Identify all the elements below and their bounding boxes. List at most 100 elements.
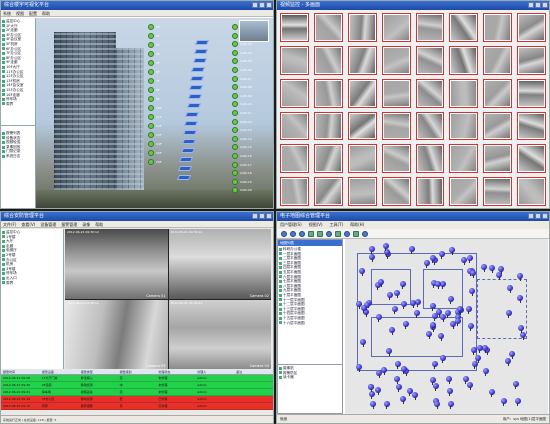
menu-item[interactable]: 帮助(H) [350,221,364,229]
device-status-icon[interactable] [148,141,154,147]
video-thumbnail[interactable] [517,45,546,75]
video-thumbnail[interactable] [415,13,445,42]
device-status-icon[interactable] [148,132,154,138]
video-thumbnail[interactable] [347,111,377,141]
video-thumbnail[interactable] [483,78,513,108]
video-pane[interactable]: 2012-06-21 09:30:12 Camera 02 [168,229,271,299]
floor-map[interactable] [345,239,548,414]
video-thumbnail[interactable] [449,111,479,141]
device-status-icon[interactable] [232,127,238,134]
tree-item[interactable]: 周界 [2,281,62,286]
menu-item[interactable]: 用户管理(S) [280,221,302,229]
video-pane[interactable]: 2012-06-21 09:30:12 Camera 03 [65,299,168,369]
video-thumbnail[interactable] [280,177,309,206]
device-status-icon[interactable] [148,24,154,30]
menu-item[interactable]: 配置 [29,10,37,16]
minimize-button[interactable] [252,213,258,219]
camera-icon[interactable] [187,94,202,99]
camera-icon[interactable] [190,76,205,81]
video-thumbnail[interactable] [449,13,479,42]
video-thumbnail[interactable] [449,144,479,174]
save-icon[interactable] [362,230,368,237]
menu-item[interactable]: 帮助 [95,221,103,227]
device-status-icon[interactable] [232,118,238,125]
camera-marker-icon[interactable] [429,255,436,264]
camera-marker-icon[interactable] [400,365,407,374]
camera-marker-icon[interactable] [376,369,383,378]
menu-item[interactable]: 报警管理 [61,221,77,227]
camera-marker-icon[interactable] [467,382,474,391]
device-status-icon[interactable] [148,96,154,102]
camera-marker-icon[interactable] [512,380,519,389]
device-status-icon[interactable] [232,24,238,30]
camera-marker-icon[interactable] [391,305,398,314]
camera-icon[interactable] [192,58,207,63]
device-status-icon[interactable] [232,170,238,177]
video-thumbnail[interactable] [347,13,377,42]
minimap[interactable] [239,20,269,42]
maximize-button[interactable] [535,2,541,8]
camera-marker-icon[interactable] [434,401,441,410]
camera-marker-icon[interactable] [482,368,489,377]
device-status-icon[interactable] [148,150,154,156]
camera-marker-icon[interactable] [399,280,406,289]
camera-marker-icon[interactable] [368,246,375,255]
camera-marker-icon[interactable] [402,321,409,330]
zoom-in-icon[interactable] [308,230,314,237]
camera-marker-icon[interactable] [500,397,507,406]
camera-marker-icon[interactable] [381,366,388,375]
select-icon[interactable] [335,230,341,237]
camera-marker-icon[interactable] [471,360,478,369]
camera-marker-icon[interactable] [408,246,415,255]
camera-marker-icon[interactable] [431,361,438,370]
column-header[interactable]: 处理状态 [156,370,195,374]
video-thumbnail[interactable] [517,177,546,206]
device-status-icon[interactable] [232,32,238,39]
camera-icon[interactable] [176,175,192,180]
forward-icon[interactable] [290,230,296,237]
video-thumbnail[interactable] [415,144,445,174]
camera-icon[interactable] [185,112,200,117]
column-header[interactable]: 报警时间 [1,370,40,374]
video-thumbnail[interactable] [280,78,309,108]
device-status-icon[interactable] [232,153,238,159]
minimize-button[interactable] [252,2,258,8]
close-button[interactable] [266,213,272,219]
menu-item[interactable]: 文件(F) [3,221,16,227]
camera-marker-icon[interactable] [383,400,390,409]
device-status-icon[interactable] [148,78,154,84]
menu-item[interactable]: 设备管理 [40,221,56,227]
video-thumbnail[interactable] [313,78,343,108]
video-thumbnail[interactable] [381,111,411,141]
video-thumbnail[interactable] [517,111,546,141]
video-thumbnail[interactable] [347,45,377,75]
video-thumbnail[interactable] [449,45,479,75]
video-thumbnail[interactable] [381,177,411,206]
camera-marker-icon[interactable] [447,295,454,304]
camera-marker-icon[interactable] [412,391,419,400]
video-thumbnail[interactable] [313,45,343,75]
video-thumbnail[interactable] [313,144,343,174]
home-icon[interactable] [299,230,305,237]
video-thumbnail[interactable] [449,177,479,206]
camera-icon[interactable] [182,130,198,135]
device-status-icon[interactable] [148,42,154,48]
video-thumbnail[interactable] [280,111,309,141]
video-thumbnail[interactable] [415,177,445,206]
device-status-icon[interactable] [148,69,154,75]
video-thumbnail[interactable] [449,78,479,108]
device-status-icon[interactable] [232,58,238,65]
menu-item[interactable]: 视图(V) [309,221,323,229]
device-status-icon[interactable] [232,110,238,116]
camera-marker-icon[interactable] [375,386,382,395]
video-thumbnail[interactable] [483,177,513,206]
table-row[interactable]: 2012-06-21 09:25 2F走廊 移动侦测 中 未处理 admin [1,382,273,389]
pan-icon[interactable] [326,230,332,237]
device-status-icon[interactable] [232,49,238,56]
video-thumbnail[interactable] [381,45,411,75]
camera-icon[interactable] [194,40,210,45]
camera-marker-icon[interactable] [447,401,454,410]
camera-marker-icon[interactable] [413,309,420,318]
device-status-icon[interactable] [148,60,154,66]
camera-icon[interactable] [184,121,199,126]
